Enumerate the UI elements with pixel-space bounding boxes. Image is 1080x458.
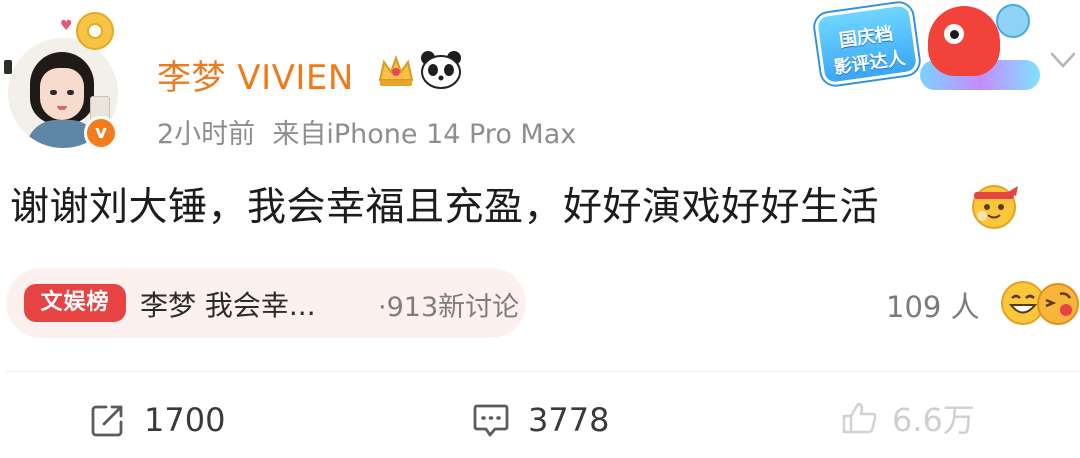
camera-icon <box>76 12 114 50</box>
panda-icon <box>421 51 461 89</box>
reaction-people-count[interactable]: 109 人 <box>886 284 980 326</box>
mascot-icon <box>928 6 1000 76</box>
comment-count: 3778 <box>528 401 610 439</box>
comment-icon <box>473 404 509 437</box>
divider <box>6 371 1080 372</box>
post-text: 谢谢刘大锤，我会幸福且充盈，好好演戏好好生活 <box>10 185 880 230</box>
headband-emoji-icon <box>972 185 1018 229</box>
heart-icon: ♥ <box>60 18 73 34</box>
crown-icon <box>378 55 414 86</box>
topic-pill[interactable]: 文娱榜 李梦 我会幸... ·913新讨论 <box>6 268 526 338</box>
topic-badge: 文娱榜 <box>24 284 126 322</box>
like-icon <box>842 402 877 434</box>
verified-icon: v <box>84 116 118 150</box>
like-button[interactable]: 6.6万 <box>840 398 975 439</box>
ball-icon <box>996 4 1030 38</box>
achievement-sticker[interactable]: 国庆档 影评达人 <box>810 0 1040 98</box>
post-meta: 2小时前 来自iPhone 14 Pro Max <box>157 119 577 150</box>
share-button[interactable]: 1700 <box>90 400 225 440</box>
topic-text: 李梦 我会幸... <box>140 289 316 322</box>
topic-count: ·913新讨论 <box>378 292 520 323</box>
chevron-down-icon[interactable] <box>1048 48 1078 72</box>
share-count: 1700 <box>144 401 226 439</box>
like-count: 6.6万 <box>892 401 975 439</box>
share-icon <box>91 405 123 437</box>
lamp-icon <box>4 60 12 74</box>
comment-button[interactable]: 3778 <box>472 400 609 440</box>
kiss-emoji-icon <box>1037 283 1079 325</box>
user-name[interactable]: 李梦 VIVIEN <box>157 50 354 99</box>
